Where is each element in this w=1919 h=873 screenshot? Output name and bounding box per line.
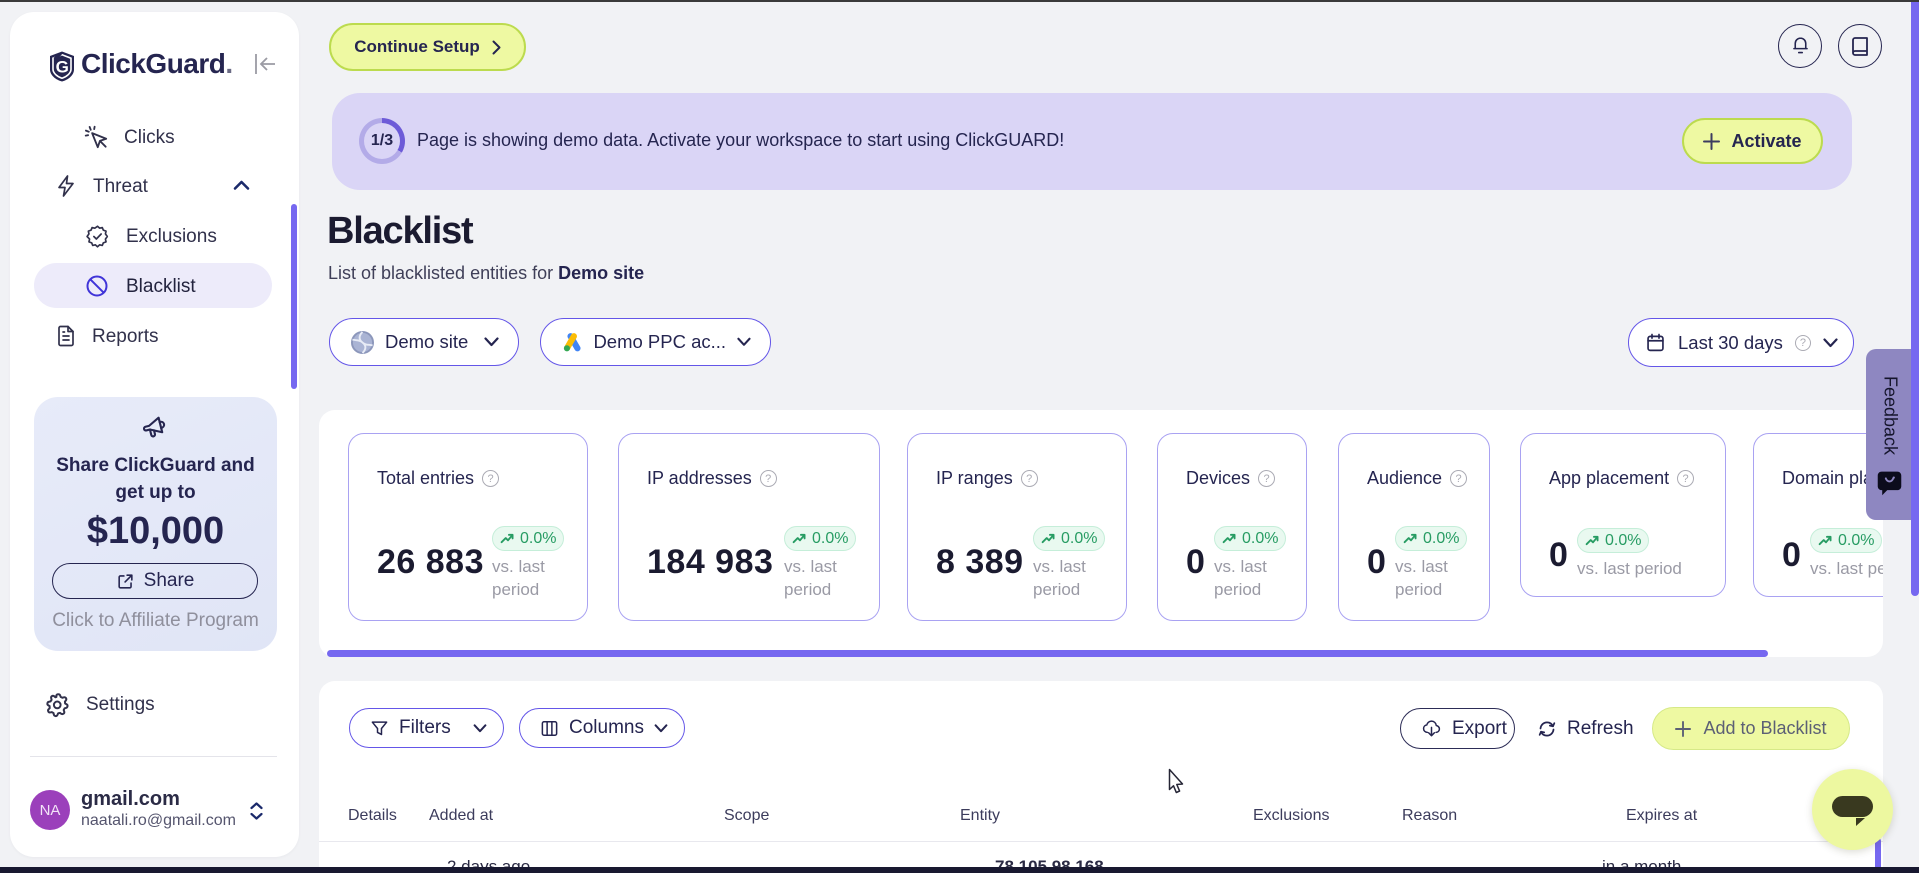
svg-text:G: G bbox=[56, 58, 69, 77]
